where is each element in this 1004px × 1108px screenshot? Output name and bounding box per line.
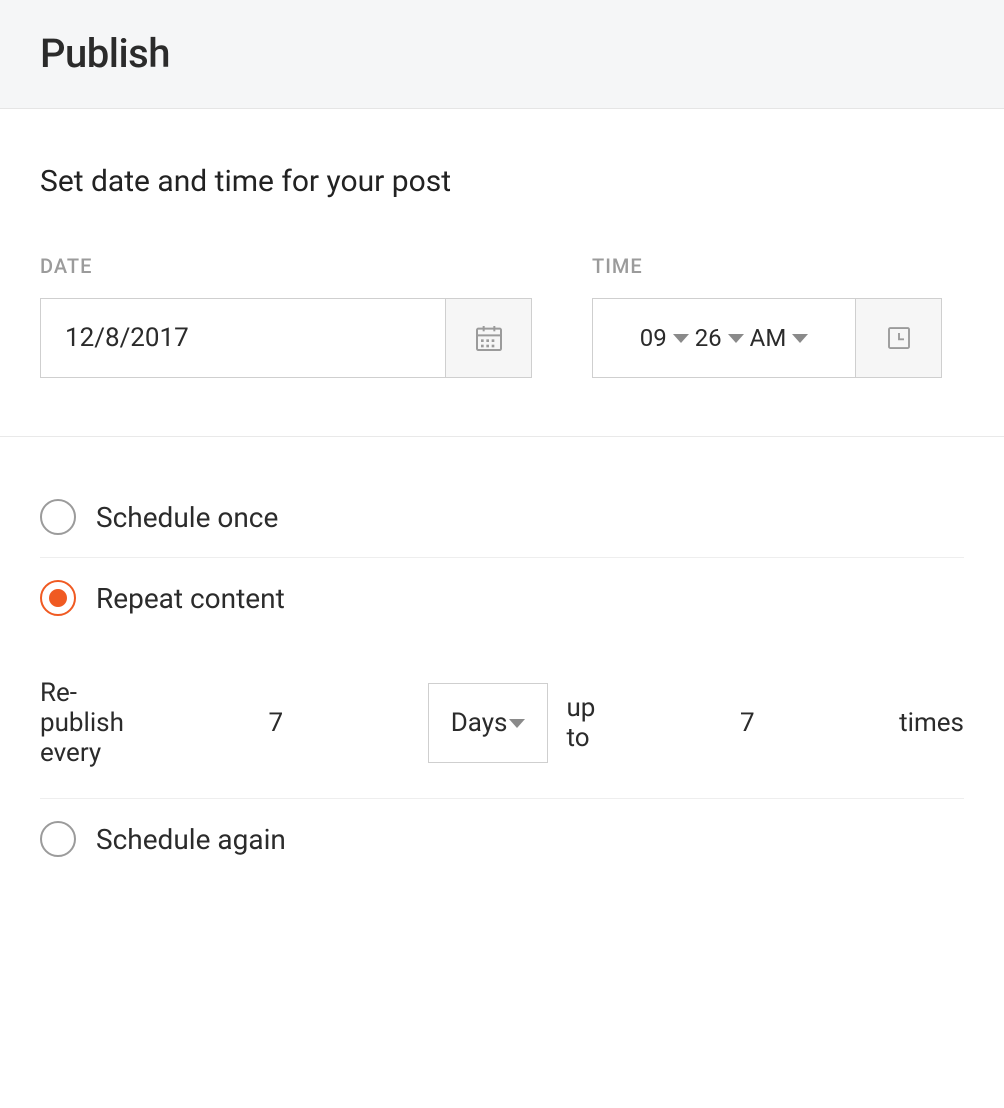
schedule-options: Schedule once Repeat content Re-publish … [0, 437, 1004, 919]
date-label: DATE [40, 254, 532, 278]
radio-once[interactable] [40, 499, 76, 535]
option-schedule-once[interactable]: Schedule once [40, 477, 964, 558]
ampm-select[interactable]: AM [750, 324, 809, 352]
unit-value: Days [451, 708, 508, 738]
chevron-down-icon [728, 334, 744, 343]
datetime-row: DATE [40, 254, 964, 378]
clock-icon [884, 323, 914, 353]
date-input[interactable] [41, 299, 445, 377]
ampm-value: AM [750, 324, 787, 352]
minute-value: 26 [695, 324, 722, 352]
unit-select[interactable]: Days [428, 683, 549, 763]
option-repeat-label: Repeat content [96, 582, 285, 615]
interval-input[interactable] [142, 683, 410, 763]
repeat-line: Re-publish every Days up to times [40, 678, 964, 768]
header: Publish [0, 0, 1004, 109]
time-input-wrap: 09 26 AM [592, 298, 942, 378]
date-text-field[interactable] [65, 323, 445, 353]
chevron-down-icon [509, 719, 525, 728]
radio-again[interactable] [40, 821, 76, 857]
hour-value: 09 [640, 324, 667, 352]
chevron-down-icon [673, 334, 689, 343]
page-title: Publish [40, 30, 964, 77]
times-suffix: times [899, 708, 964, 738]
radio-repeat[interactable] [40, 580, 76, 616]
option-once-label: Schedule once [96, 501, 278, 534]
repeat-prefix: Re-publish every [40, 678, 124, 768]
section-heading: Set date and time for your post [40, 164, 964, 199]
times-input[interactable] [613, 683, 881, 763]
time-selects: 09 26 AM [593, 299, 855, 377]
option-schedule-again[interactable]: Schedule again [40, 799, 964, 879]
time-column: TIME 09 26 AM [592, 254, 942, 378]
calendar-button[interactable] [445, 299, 531, 377]
upto-label: up to [566, 693, 595, 753]
repeat-settings: Re-publish every Days up to times [40, 638, 964, 799]
datetime-section: Set date and time for your post DATE [0, 109, 1004, 437]
chevron-down-icon [792, 334, 808, 343]
date-column: DATE [40, 254, 532, 378]
time-label: TIME [592, 254, 942, 278]
minute-select[interactable]: 26 [695, 324, 744, 352]
date-input-wrap [40, 298, 532, 378]
clock-button[interactable] [855, 299, 941, 377]
calendar-icon [473, 322, 505, 354]
option-repeat-content[interactable]: Repeat content [40, 558, 964, 638]
option-again-label: Schedule again [96, 823, 286, 856]
hour-select[interactable]: 09 [640, 324, 689, 352]
